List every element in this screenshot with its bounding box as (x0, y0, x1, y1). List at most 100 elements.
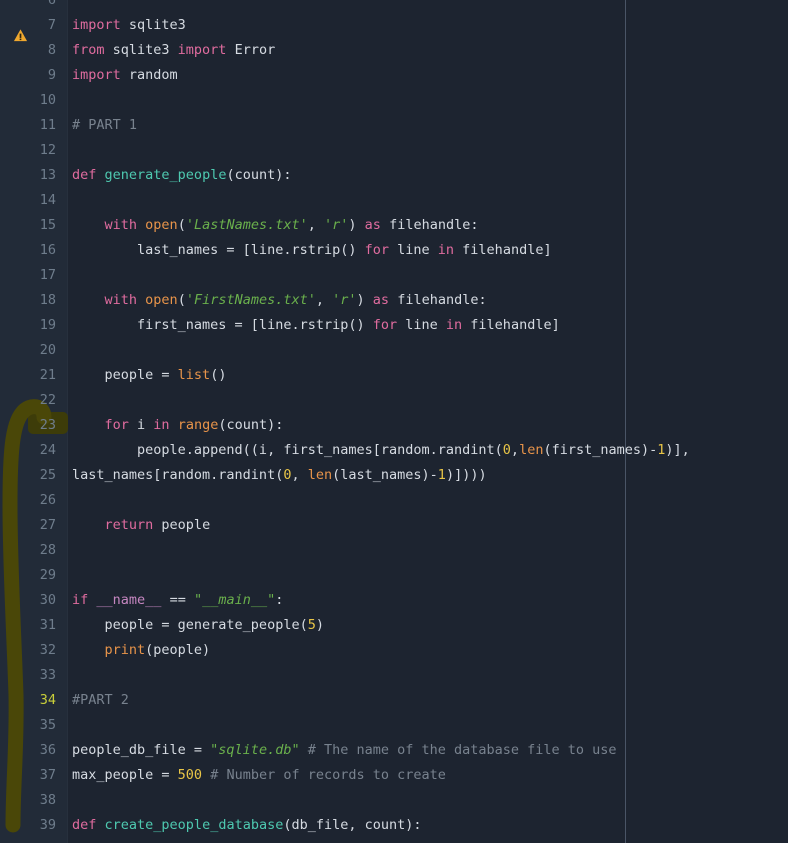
code-text[interactable]: """ (72, 0, 129, 13)
line-number[interactable]: 21 (0, 363, 56, 388)
code-line[interactable]: 29 (0, 563, 788, 588)
code-line[interactable]: 15 with open('LastNames.txt', 'r') as fi… (0, 213, 788, 238)
code-line[interactable]: 39 def create_people_database(db_file, co… (0, 813, 788, 838)
code-text[interactable]: first_names = [line.rstrip() for line in… (72, 313, 560, 338)
code-line[interactable]: 27 return people (0, 513, 788, 538)
code-text[interactable]: import sqlite3 (72, 13, 186, 38)
code-text[interactable]: #PART 2 (72, 688, 129, 713)
line-number[interactable]: 31 (0, 613, 56, 638)
code-line[interactable]: 28 (0, 538, 788, 563)
code-line[interactable]: 16 last_names = [line.rstrip() for line … (0, 238, 788, 263)
code-text[interactable]: people.append((i, first_names[random.ran… (72, 438, 690, 463)
line-number[interactable]: 32 (0, 638, 56, 663)
line-number[interactable]: 29 (0, 563, 56, 588)
code-line[interactable]: 6 """ (0, 0, 788, 13)
code-text[interactable]: if __name__ == "__main__": (72, 588, 283, 613)
code-text[interactable]: last_names[random.randint(0, len(last_na… (72, 463, 487, 488)
code-line[interactable]: 26 (0, 488, 788, 513)
code-text[interactable]: return people (72, 513, 211, 538)
code-line[interactable]: 8 from sqlite3 import Error (0, 38, 788, 63)
code-token: line (389, 242, 438, 258)
code-line[interactable]: 35 (0, 713, 788, 738)
line-number[interactable]: 36 (0, 738, 56, 763)
code-text[interactable]: max_people = 500 # Number of records to … (72, 763, 446, 788)
code-editor[interactable]: 6 """ 7 import sqlite3 8 from sqlite3 import… (0, 0, 788, 843)
code-line[interactable]: 24 people.append((i, first_names[random.… (0, 438, 788, 463)
code-line[interactable]: 34 #PART 2 (0, 688, 788, 713)
code-line[interactable]: 21 people = list() (0, 363, 788, 388)
line-number[interactable]: 30 (0, 588, 56, 613)
line-number[interactable]: 26 (0, 488, 56, 513)
line-number[interactable]: 18 (0, 288, 56, 313)
code-line[interactable]: 40 conn = sqlite3.connect(db_file) (0, 838, 788, 843)
code-line[interactable]: 20 (0, 338, 788, 363)
code-text[interactable]: for i in range(count): (72, 413, 284, 438)
code-text[interactable]: def generate_people(count): (72, 163, 291, 188)
line-number[interactable]: 40 (0, 838, 56, 843)
line-number[interactable]: 25 (0, 463, 56, 488)
code-text[interactable]: people = list() (72, 363, 227, 388)
code-text[interactable]: # PART 1 (72, 113, 137, 138)
code-line[interactable]: 10 (0, 88, 788, 113)
code-text[interactable]: people_db_file = "sqlite.db" # The name … (72, 738, 617, 763)
line-number[interactable]: 37 (0, 763, 56, 788)
code-line[interactable]: 32 print(people) (0, 638, 788, 663)
code-text[interactable]: last_names = [line.rstrip() for line in … (72, 238, 552, 263)
line-number[interactable]: 7 (0, 13, 56, 38)
code-text[interactable]: print(people) (72, 638, 211, 663)
line-number[interactable]: 22 (0, 388, 56, 413)
line-number[interactable]: 8 (0, 38, 56, 63)
line-number[interactable]: 15 (0, 213, 56, 238)
warning-icon[interactable] (13, 28, 28, 43)
code-line[interactable]: 38 (0, 788, 788, 813)
code-line[interactable]: 25 last_names[random.randint(0, len(last_… (0, 463, 788, 488)
line-number[interactable]: 17 (0, 263, 56, 288)
line-number[interactable]: 33 (0, 663, 56, 688)
code-token: #PART 2 (72, 692, 129, 708)
line-number[interactable]: 20 (0, 338, 56, 363)
code-line[interactable]: 19 first_names = [line.rstrip() for line… (0, 313, 788, 338)
code-line[interactable]: 18 with open('FirstNames.txt', 'r') as f… (0, 288, 788, 313)
line-number[interactable]: 23 (0, 413, 56, 438)
code-line[interactable]: 9 import random (0, 63, 788, 88)
code-lines[interactable]: 6 """ 7 import sqlite3 8 from sqlite3 import… (0, 0, 788, 843)
line-number[interactable]: 28 (0, 538, 56, 563)
code-text[interactable]: import random (72, 63, 178, 88)
line-number[interactable]: 24 (0, 438, 56, 463)
code-line[interactable]: 22 (0, 388, 788, 413)
code-text[interactable]: people = generate_people(5) (72, 613, 324, 638)
code-line[interactable]: 23 for i in range(count): (0, 413, 788, 438)
line-number[interactable]: 9 (0, 63, 56, 88)
line-number[interactable]: 19 (0, 313, 56, 338)
code-line[interactable]: 37 max_people = 500 # Number of records t… (0, 763, 788, 788)
code-text[interactable]: with open('FirstNames.txt', 'r') as file… (72, 288, 487, 313)
code-text[interactable]: def create_people_database(db_file, coun… (72, 813, 422, 838)
code-text[interactable]: from sqlite3 import Error (72, 38, 275, 63)
code-line[interactable]: 36 people_db_file = "sqlite.db" # The nam… (0, 738, 788, 763)
code-line[interactable]: 30 if __name__ == "__main__": (0, 588, 788, 613)
code-line[interactable]: 14 (0, 188, 788, 213)
line-number[interactable]: 6 (0, 0, 56, 13)
code-line[interactable]: 33 (0, 663, 788, 688)
line-number[interactable]: 12 (0, 138, 56, 163)
code-token: as (364, 217, 381, 233)
code-line[interactable]: 13 def generate_people(count): (0, 163, 788, 188)
line-number[interactable]: 13 (0, 163, 56, 188)
line-number[interactable]: 34 (0, 688, 56, 713)
code-line[interactable]: 12 (0, 138, 788, 163)
line-number[interactable]: 14 (0, 188, 56, 213)
code-line[interactable]: 7 import sqlite3 (0, 13, 788, 38)
line-number[interactable]: 16 (0, 238, 56, 263)
code-line[interactable]: 31 people = generate_people(5) (0, 613, 788, 638)
code-line[interactable]: 17 (0, 263, 788, 288)
line-number[interactable]: 11 (0, 113, 56, 138)
line-number[interactable]: 27 (0, 513, 56, 538)
line-number[interactable]: 38 (0, 788, 56, 813)
line-number[interactable]: 10 (0, 88, 56, 113)
line-number[interactable]: 35 (0, 713, 56, 738)
code-token: list (177, 367, 211, 383)
line-number[interactable]: 39 (0, 813, 56, 838)
code-line[interactable]: 11 # PART 1 (0, 113, 788, 138)
code-text[interactable]: conn = sqlite3.connect(db_file) (72, 838, 357, 843)
code-text[interactable]: with open('LastNames.txt', 'r') as fileh… (72, 213, 479, 238)
